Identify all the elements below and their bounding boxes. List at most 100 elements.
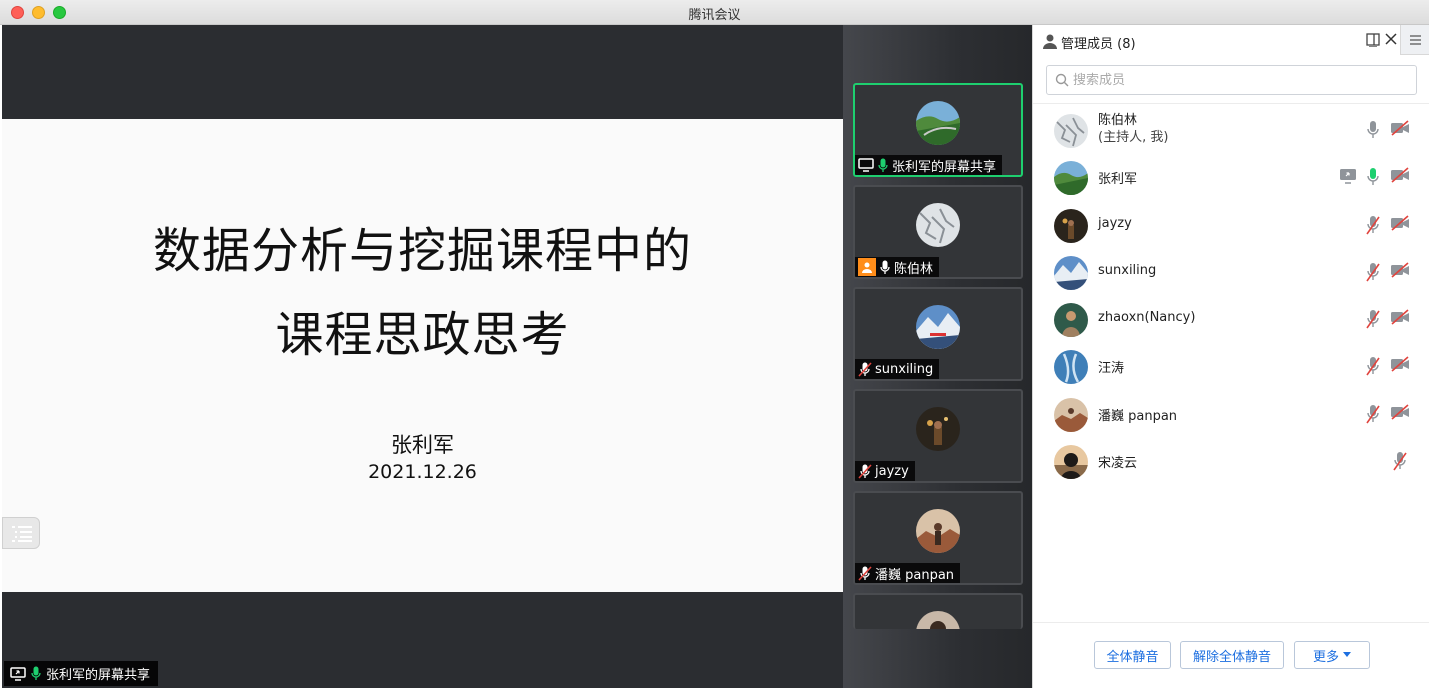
video-tile[interactable]: sunxiling (853, 287, 1023, 381)
member-name: 潘巍 panpan (1098, 408, 1178, 424)
video-tile[interactable] (853, 593, 1023, 629)
member-row[interactable]: 宋凌云 (1033, 438, 1429, 485)
mic-muted-icon (858, 463, 872, 479)
panel-menu-button[interactable] (1400, 25, 1429, 55)
screen-share-label: 张利军的屏幕共享 (4, 661, 159, 686)
member-row[interactable]: sunxiling (1033, 249, 1429, 296)
mic-muted-icon[interactable] (1366, 404, 1380, 424)
mic-muted-icon[interactable] (1366, 262, 1380, 282)
tile-name: 潘巍 panpan (875, 567, 955, 583)
camera-off-icon[interactable] (1390, 120, 1410, 136)
avatar (916, 305, 960, 349)
member-row[interactable]: 汪涛 (1033, 343, 1429, 390)
mic-muted-icon (858, 361, 872, 377)
unmute-all-button[interactable]: 解除全体静音 (1180, 641, 1284, 669)
person-icon (1043, 34, 1057, 49)
mic-muted-icon[interactable] (1366, 309, 1380, 329)
slide-author: 张利军 (391, 433, 454, 457)
avatar (1054, 303, 1088, 338)
title-bar: 腾讯会议 (0, 0, 1429, 25)
member-search[interactable] (1046, 65, 1417, 95)
member-name: jayzy (1098, 215, 1132, 231)
avatar (916, 611, 960, 629)
avatar (1054, 255, 1088, 290)
avatar (1054, 161, 1088, 196)
video-tile[interactable]: 潘巍 panpan (853, 491, 1023, 585)
mic-active-icon[interactable] (1366, 167, 1380, 187)
screen-share-icon (10, 666, 26, 681)
member-name: zhaoxn(Nancy) (1098, 310, 1196, 326)
more-label: 更多 (1312, 649, 1339, 665)
caret-down-icon (1343, 652, 1351, 657)
shared-screen-stage: 数据分析与挖掘课程中的 课程思政思考 张利军 2021.12.26 张利军的屏幕… (2, 25, 843, 688)
mic-muted-icon[interactable] (1366, 356, 1380, 376)
avatar (1054, 114, 1088, 148)
slide-title-line1: 数据分析与挖掘课程中的 (152, 223, 692, 279)
mute-all-button[interactable]: 全体静音 (1094, 641, 1171, 669)
search-input[interactable] (1073, 66, 1408, 94)
mic-muted-icon (858, 565, 872, 581)
outline-list-button[interactable] (2, 517, 40, 549)
member-name: 张利军 (1098, 172, 1138, 188)
screen-share-icon (1340, 169, 1356, 185)
video-tile[interactable]: jayzy (853, 389, 1023, 483)
panel-title: 管理成员 (8) (1061, 37, 1136, 52)
screen-share-icon (858, 158, 874, 172)
popout-icon[interactable] (1366, 33, 1380, 47)
member-row[interactable]: 张利军 (1033, 154, 1429, 201)
tile-label: 陈伯林 (855, 257, 940, 277)
member-name: 汪涛 (1098, 361, 1125, 377)
video-tile[interactable]: 张利军的屏幕共享 (853, 83, 1023, 177)
member-row[interactable]: jayzy (1033, 202, 1429, 249)
mic-active-icon (878, 158, 888, 172)
slide-title-line2: 课程思政思考 (275, 307, 570, 363)
tile-label: 潘巍 panpan (855, 563, 961, 583)
slide-date: 2021.12.26 (368, 461, 477, 483)
tile-name: sunxiling (875, 361, 934, 377)
avatar (916, 407, 960, 451)
more-button[interactable]: 更多 (1294, 641, 1370, 669)
member-name: sunxiling (1098, 262, 1157, 278)
member-role: (主持人, 我) (1098, 130, 1169, 145)
mic-muted-icon[interactable] (1366, 215, 1380, 235)
video-strip: 张利军的屏幕共享 陈伯林 sunxiling jayzy 潘巍 panpan (843, 25, 1032, 688)
mic-muted-icon[interactable] (1393, 451, 1407, 471)
mic-icon[interactable] (1366, 120, 1380, 140)
tile-name: jayzy (875, 463, 909, 479)
panel-footer: 全体静音 解除全体静音 更多 (1033, 622, 1429, 688)
member-name: 陈伯林 (主持人, 我) (1098, 112, 1168, 146)
camera-off-icon[interactable] (1390, 167, 1410, 183)
list-icon (12, 526, 32, 542)
tile-label: jayzy (855, 461, 915, 481)
camera-off-icon[interactable] (1390, 404, 1410, 420)
avatar (1054, 208, 1088, 243)
camera-off-icon[interactable] (1390, 262, 1410, 278)
share-label-text: 张利军的屏幕共享 (46, 668, 151, 683)
tile-label: sunxiling (855, 359, 940, 379)
camera-off-icon[interactable] (1390, 356, 1410, 373)
mic-icon (880, 260, 890, 274)
avatar (1054, 350, 1088, 385)
members-panel: 管理成员 (8) 搜索成员 陈伯林 (主持人, 我) 张利军 jayzy sun… (1032, 25, 1429, 688)
close-icon[interactable] (1384, 32, 1398, 46)
divider (1033, 103, 1429, 104)
camera-off-icon[interactable] (1390, 214, 1410, 231)
tile-label: 张利军的屏幕共享 (855, 155, 1003, 175)
member-row[interactable]: 潘巍 panpan (1033, 391, 1429, 438)
camera-off-icon[interactable] (1390, 309, 1410, 325)
hamburger-icon (1410, 35, 1421, 45)
panel-header: 管理成员 (8) (1033, 25, 1429, 57)
avatar (916, 509, 960, 553)
member-list: 陈伯林 (主持人, 我) 张利军 jayzy sunxiling zhaoxn(… (1033, 107, 1429, 485)
member-row[interactable]: 陈伯林 (主持人, 我) (1033, 107, 1429, 154)
avatar (916, 203, 960, 247)
meeting-window: 腾讯会议 数据分析与挖掘课程中的 课程思政思考 张利军 2021.12.26 张… (0, 0, 1429, 688)
avatar (1054, 445, 1088, 480)
video-tile[interactable]: 陈伯林 (853, 185, 1023, 279)
mic-active-icon (31, 666, 41, 680)
member-row[interactable]: zhaoxn(Nancy) (1033, 296, 1429, 343)
host-icon (858, 258, 876, 276)
window-title: 腾讯会议 (688, 8, 741, 23)
tile-name: 张利军的屏幕共享 (892, 159, 997, 175)
member-name-text: 陈伯林 (1098, 113, 1138, 128)
